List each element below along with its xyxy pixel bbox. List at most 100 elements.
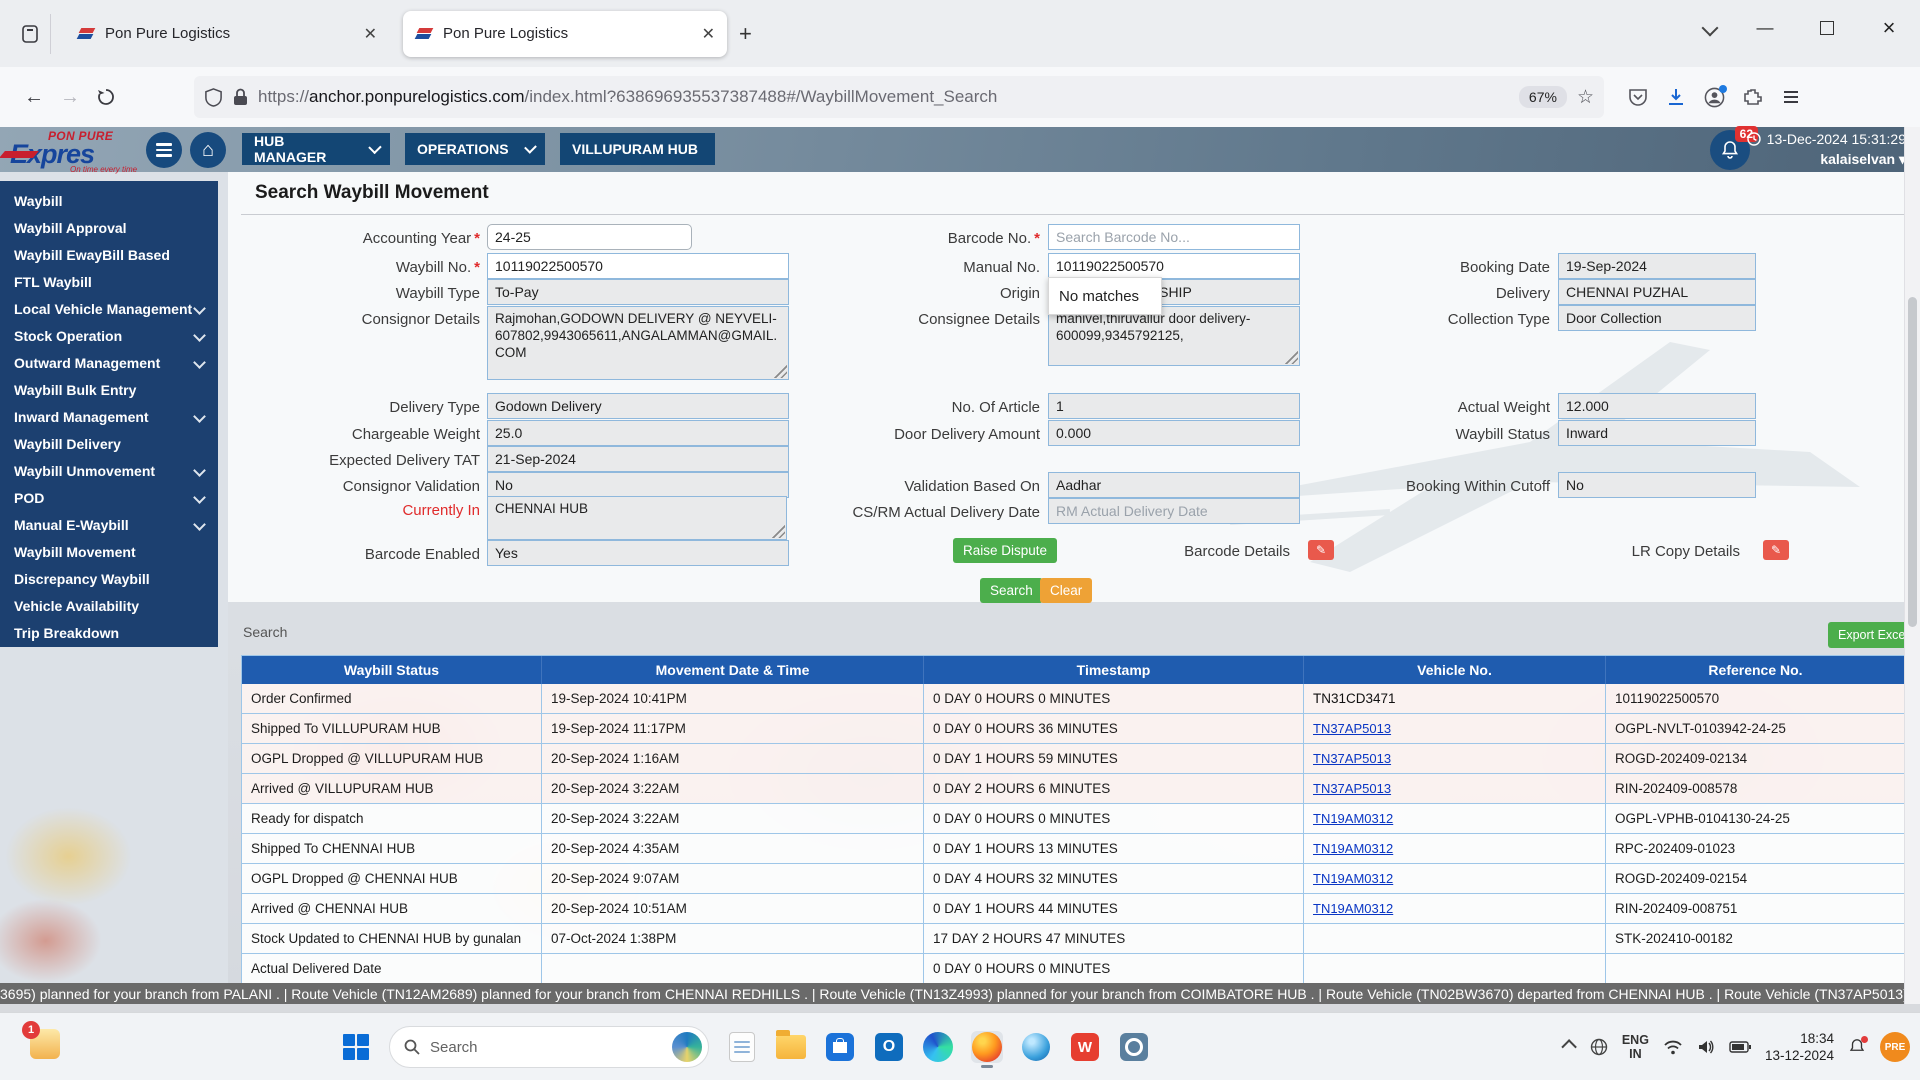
vehicle-link[interactable]: TN19AM0312 (1313, 841, 1393, 856)
pre-badge[interactable]: PRE (1880, 1032, 1910, 1062)
reload-button[interactable] (88, 79, 124, 115)
browser-tab-2[interactable]: Pon Pure Logistics ✕ (403, 11, 727, 57)
microsoft-store-icon[interactable] (824, 1031, 856, 1063)
consignee-details-textarea[interactable]: manivel,thiruvallur door delivery-600099… (1048, 306, 1300, 366)
browser-tab-1[interactable]: Pon Pure Logistics ✕ (65, 11, 389, 57)
language-indicator[interactable]: ENGIN (1622, 1033, 1649, 1061)
door-delivery-amount-input[interactable] (1048, 420, 1300, 446)
downloads-icon[interactable] (1666, 87, 1686, 107)
sidebar-item[interactable]: Waybill EwayBill Based (0, 241, 218, 268)
sidebar-item[interactable]: Waybill (0, 187, 218, 214)
minimize-button[interactable]: — (1734, 0, 1796, 56)
desktops-icon[interactable] (726, 1031, 758, 1063)
tab-overview-icon[interactable] (10, 14, 51, 54)
battery-icon[interactable] (1729, 1041, 1751, 1053)
vehicle-link[interactable]: TN19AM0312 (1313, 871, 1393, 886)
network-globe-icon[interactable] (1590, 1038, 1608, 1056)
new-tab-button[interactable]: + (739, 21, 752, 47)
raise-dispute-button[interactable]: Raise Dispute (953, 538, 1057, 563)
sidebar-item[interactable]: Vehicle Availability (0, 592, 218, 619)
sidebar-item[interactable]: Waybill Approval (0, 214, 218, 241)
validation-based-on-input[interactable] (1048, 472, 1300, 498)
cs-rm-actual-delivery-date-input[interactable] (1048, 498, 1300, 524)
firefox-icon-active[interactable] (971, 1031, 1003, 1063)
notification-bell-button[interactable]: 62 (1710, 130, 1750, 170)
sidebar-item[interactable]: Stock Operation (0, 322, 218, 349)
menu-toggle-button[interactable] (146, 132, 182, 168)
taskbar-clock[interactable]: 18:3413-12-2024 (1765, 1030, 1834, 1064)
barcode-details-edit-icon[interactable]: ✎ (1308, 540, 1334, 560)
username-menu[interactable]: kalaiselvan ▾ (1747, 151, 1906, 168)
waybill-status-input[interactable] (1558, 420, 1756, 446)
sidebar-item[interactable]: Waybill Movement (0, 538, 218, 565)
wps-office-icon[interactable]: W (1069, 1031, 1101, 1063)
accounting-year-input[interactable] (487, 224, 692, 250)
bookmark-star-icon[interactable]: ☆ (1577, 86, 1594, 109)
sidebar-item[interactable]: Trip Breakdown (0, 619, 218, 646)
account-icon[interactable] (1704, 87, 1725, 108)
chargeable-weight-input[interactable] (487, 420, 789, 446)
module-dropdown[interactable]: OPERATIONS (405, 133, 545, 165)
lr-copy-details-edit-icon[interactable]: ✎ (1763, 540, 1789, 560)
sidebar-item[interactable]: Waybill Delivery (0, 430, 218, 457)
sidebar-item[interactable]: Inward Management (0, 403, 218, 430)
scrollbar-thumb[interactable] (1908, 297, 1917, 627)
sidebar-item[interactable]: Waybill Unmovement (0, 457, 218, 484)
pocket-icon[interactable] (1628, 87, 1648, 107)
tool-icon[interactable] (1118, 1031, 1150, 1063)
booking-within-cutoff-input[interactable] (1558, 472, 1756, 498)
no-of-article-input[interactable] (1048, 393, 1300, 419)
url-bar[interactable]: https://anchor.ponpurelogistics.com/inde… (194, 76, 1604, 118)
delivery-type-input[interactable] (487, 393, 789, 419)
consignor-details-textarea[interactable]: Rajmohan,GODOWN DELIVERY @ NEYVELI-60780… (487, 306, 789, 380)
maximize-button[interactable] (1796, 0, 1858, 56)
home-button[interactable]: ⌂ (190, 132, 226, 168)
volume-icon[interactable] (1697, 1039, 1715, 1055)
sidebar-item[interactable]: Waybill Bulk Entry (0, 376, 218, 403)
browser-icon[interactable] (1020, 1031, 1052, 1063)
vehicle-link[interactable]: TN19AM0312 (1313, 901, 1393, 916)
role-dropdown[interactable]: HUB MANAGER (242, 133, 390, 165)
vehicle-link[interactable]: TN37AP5013 (1313, 751, 1391, 766)
actual-weight-input[interactable] (1558, 393, 1756, 419)
extensions-icon[interactable] (1743, 87, 1763, 107)
clear-button[interactable]: Clear (1040, 578, 1092, 603)
file-explorer-icon[interactable] (775, 1031, 807, 1063)
currently-in-textarea[interactable]: CHENNAI HUB (487, 496, 787, 540)
start-button[interactable] (340, 1031, 372, 1063)
booking-date-input[interactable] (1558, 253, 1756, 279)
tray-chevron-up-icon[interactable] (1565, 1038, 1576, 1056)
manual-no-input[interactable] (1048, 253, 1300, 279)
close-button[interactable]: × (1858, 0, 1920, 56)
sidebar-item[interactable]: POD (0, 484, 218, 511)
vehicle-link[interactable]: TN19AM0312 (1313, 811, 1393, 826)
page-scrollbar[interactable] (1904, 127, 1920, 1004)
sidebar-item[interactable]: Discrepancy Waybill (0, 565, 218, 592)
lock-icon[interactable] (233, 88, 248, 106)
tab-close-icon[interactable]: ✕ (702, 24, 715, 44)
barcode-enabled-input[interactable] (487, 540, 789, 566)
widgets-button[interactable]: 1 (30, 1029, 60, 1059)
zoom-level-badge[interactable]: 67% (1519, 86, 1567, 108)
search-button[interactable]: Search (980, 578, 1043, 603)
expected-delivery-tat-input[interactable] (487, 446, 789, 472)
sidebar-item[interactable]: FTL Waybill (0, 268, 218, 295)
waybill-no-input[interactable] (487, 253, 789, 279)
tab-list-chevron-icon[interactable] (1686, 0, 1734, 56)
consignor-validation-input[interactable] (487, 472, 789, 498)
menu-icon[interactable] (1781, 87, 1801, 107)
sidebar-item[interactable]: Manual E-Waybill (0, 511, 218, 538)
vehicle-link[interactable]: TN37AP5013 (1313, 781, 1391, 796)
vehicle-link[interactable]: TN31CD3471 (1313, 691, 1396, 706)
edge-icon[interactable] (922, 1031, 954, 1063)
tab-close-icon[interactable]: ✕ (364, 24, 377, 44)
tray-bell-icon[interactable] (1848, 1038, 1866, 1056)
back-button[interactable]: ← (16, 79, 52, 115)
collection-type-input[interactable] (1558, 305, 1756, 331)
vehicle-link[interactable]: TN37AP5013 (1313, 721, 1391, 736)
sidebar-item[interactable]: Outward Management (0, 349, 218, 376)
taskbar-search[interactable]: Search (389, 1026, 709, 1068)
barcode-no-input[interactable] (1048, 224, 1300, 250)
delivery-input[interactable] (1558, 279, 1756, 305)
hub-dropdown[interactable]: VILLUPURAM HUB (560, 133, 715, 165)
